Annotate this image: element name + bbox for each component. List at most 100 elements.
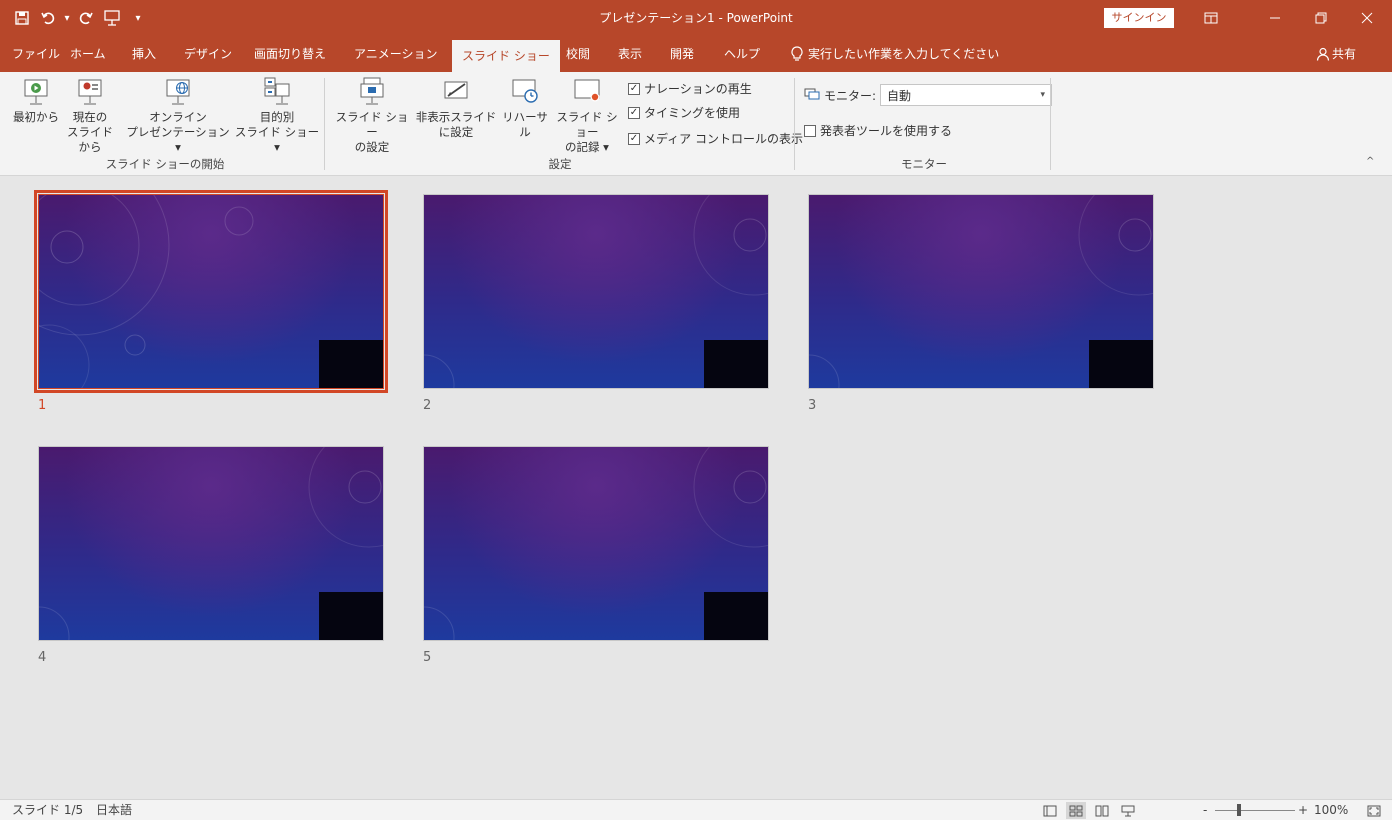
from-current-label-1: 現在の xyxy=(72,110,108,124)
slide-thumbnail[interactable] xyxy=(808,194,1154,389)
hide-slide-icon xyxy=(444,81,468,99)
tab-design[interactable]: デザイン xyxy=(184,36,232,72)
slide-number: 5 xyxy=(423,650,432,665)
record-label-2: の記録 ▾ xyxy=(565,140,609,154)
play-narrations-checkbox[interactable]: ✓ ナレーションの再生 xyxy=(628,80,752,97)
ribbon-tab-bar: ファイル ホーム 挿入 デザイン 画面切り替え アニメーション スライド ショー… xyxy=(0,36,1392,72)
zoom-in-button[interactable]: + xyxy=(1298,800,1308,820)
monitor-group-label: モニター xyxy=(901,157,947,171)
zoom-out-button[interactable]: - xyxy=(1203,800,1207,820)
start-group-label: スライド ショーの開始 xyxy=(105,157,225,171)
tab-review[interactable]: 校閲 xyxy=(566,36,590,72)
share-button[interactable]: 共有 xyxy=(1316,36,1356,72)
slide-sorter-view-icon[interactable] xyxy=(1066,802,1086,819)
status-bar: スライド 1/5 日本語 - + 100% xyxy=(0,799,1392,820)
tab-view[interactable]: 表示 xyxy=(618,36,642,72)
person-icon xyxy=(1316,47,1330,61)
slide-thumbnail[interactable] xyxy=(34,190,388,393)
setup-label-1: スライド ショー xyxy=(335,110,409,139)
record-icon xyxy=(574,79,600,102)
from-current-label-2: スライドから xyxy=(67,125,113,154)
rehearse-label: リハーサル xyxy=(502,110,548,139)
use-timings-checkbox[interactable]: ✓ タイミングを使用 xyxy=(628,104,740,121)
save-icon[interactable] xyxy=(10,6,34,30)
zoom-slider-thumb[interactable] xyxy=(1237,804,1241,816)
monitor-icon xyxy=(804,88,820,100)
reading-view-icon[interactable] xyxy=(1092,802,1112,819)
slide-thumbnail[interactable] xyxy=(38,446,384,641)
redo-icon[interactable] xyxy=(74,6,98,30)
hide-slide-button[interactable]: 非表示スライド に設定 xyxy=(414,76,498,140)
slide-sorter: 1 2 3 4 5 xyxy=(0,176,1392,799)
tab-developer[interactable]: 開発 xyxy=(670,36,694,72)
show-media-controls-checkbox[interactable]: ✓ メディア コントロールの表示 xyxy=(628,130,803,147)
tab-slideshow[interactable]: スライド ショー xyxy=(452,40,560,72)
tab-insert[interactable]: 挿入 xyxy=(132,36,156,72)
fit-to-window-icon[interactable] xyxy=(1364,802,1384,819)
slide-dark-block xyxy=(319,340,383,388)
setup-label-2: の設定 xyxy=(354,140,390,154)
monitor-select[interactable]: 自動 ▾ xyxy=(880,84,1053,106)
slideshow-start-icon[interactable] xyxy=(100,6,124,30)
monitor-value: 自動 xyxy=(887,88,912,103)
group-separator xyxy=(1050,78,1051,170)
minimize-icon[interactable] xyxy=(1252,0,1298,36)
tab-animations[interactable]: アニメーション xyxy=(354,36,438,72)
language-indicator[interactable]: 日本語 xyxy=(96,800,132,820)
play-narrations-label: ナレーションの再生 xyxy=(644,82,752,96)
tab-file[interactable]: ファイル xyxy=(12,36,60,72)
zoom-slider-track[interactable] xyxy=(1215,810,1295,811)
group-separator xyxy=(794,78,795,170)
setup-show-icon xyxy=(360,77,384,105)
record-slideshow-button[interactable]: スライド ショー の記録 ▾ xyxy=(552,76,622,155)
checkbox-checked-icon: ✓ xyxy=(628,106,640,119)
undo-icon[interactable] xyxy=(36,6,60,30)
presenter-view-checkbox[interactable]: 発表者ツールを使用する xyxy=(804,122,952,139)
from-beginning-button[interactable]: 最初から xyxy=(10,76,62,125)
presenter-view-label: 発表者ツールを使用する xyxy=(820,124,953,138)
show-media-controls-label: メディア コントロールの表示 xyxy=(644,132,803,146)
slide-thumbnail[interactable] xyxy=(423,446,769,641)
ribbon: 最初から 現在の スライドから オンライン プレゼンテーション ▾ 目的別 スラ… xyxy=(0,72,1392,176)
close-icon[interactable] xyxy=(1344,0,1390,36)
custom-show-icon xyxy=(264,77,290,105)
custom-label-1: 目的別 xyxy=(259,110,295,124)
from-current-button[interactable]: 現在の スライドから xyxy=(62,76,118,155)
monitor-row: モニター: 自動 ▾ xyxy=(804,84,1053,106)
slideshow-view-icon[interactable] xyxy=(1118,802,1138,819)
online-present-icon xyxy=(166,79,190,105)
record-label-1: スライド ショー xyxy=(556,110,618,139)
ribbon-display-options-icon[interactable] xyxy=(1188,0,1234,36)
custom-slideshow-button[interactable]: 目的別 スライド ショー ▾ xyxy=(234,76,320,155)
custom-label-2: スライド ショー ▾ xyxy=(234,125,320,154)
hide-label-1: 非表示スライド xyxy=(415,110,497,124)
undo-dropdown-icon[interactable]: ▾ xyxy=(62,6,72,30)
rehearse-timings-button[interactable]: リハーサル xyxy=(498,76,552,140)
zoom-level[interactable]: 100% xyxy=(1314,800,1348,820)
slide-count[interactable]: スライド 1/5 xyxy=(12,800,83,820)
setup-slideshow-button[interactable]: スライド ショー の設定 xyxy=(330,76,414,155)
online-presentation-button[interactable]: オンライン プレゼンテーション ▾ xyxy=(122,76,234,155)
online-label-2: プレゼンテーション ▾ xyxy=(126,125,230,154)
lightbulb-icon xyxy=(791,46,803,61)
restore-icon[interactable] xyxy=(1298,0,1344,36)
play-from-start-icon xyxy=(24,79,48,105)
slide-dark-block xyxy=(1089,340,1153,388)
slide-number: 4 xyxy=(38,650,47,665)
slide-number: 1 xyxy=(38,398,47,413)
from-beginning-label: 最初から xyxy=(13,110,59,124)
signin-button[interactable]: サインイン xyxy=(1104,8,1174,28)
customize-qat-icon[interactable]: ▾ xyxy=(126,6,150,30)
collapse-ribbon-icon[interactable]: ^ xyxy=(1366,156,1374,167)
window-title: プレゼンテーション1 - PowerPoint xyxy=(599,11,793,25)
normal-view-icon[interactable] xyxy=(1040,802,1060,819)
group-separator xyxy=(324,78,325,170)
tell-me-box[interactable]: 実行したい作業を入力してください xyxy=(790,36,999,72)
tab-help[interactable]: ヘルプ xyxy=(724,36,760,72)
slide-thumbnail[interactable] xyxy=(423,194,769,389)
share-label: 共有 xyxy=(1332,47,1357,61)
chevron-down-icon: ▾ xyxy=(1040,90,1046,100)
tab-transitions[interactable]: 画面切り替え xyxy=(254,36,326,72)
checkbox-unchecked-icon xyxy=(804,124,816,137)
tab-home[interactable]: ホーム xyxy=(70,36,106,72)
